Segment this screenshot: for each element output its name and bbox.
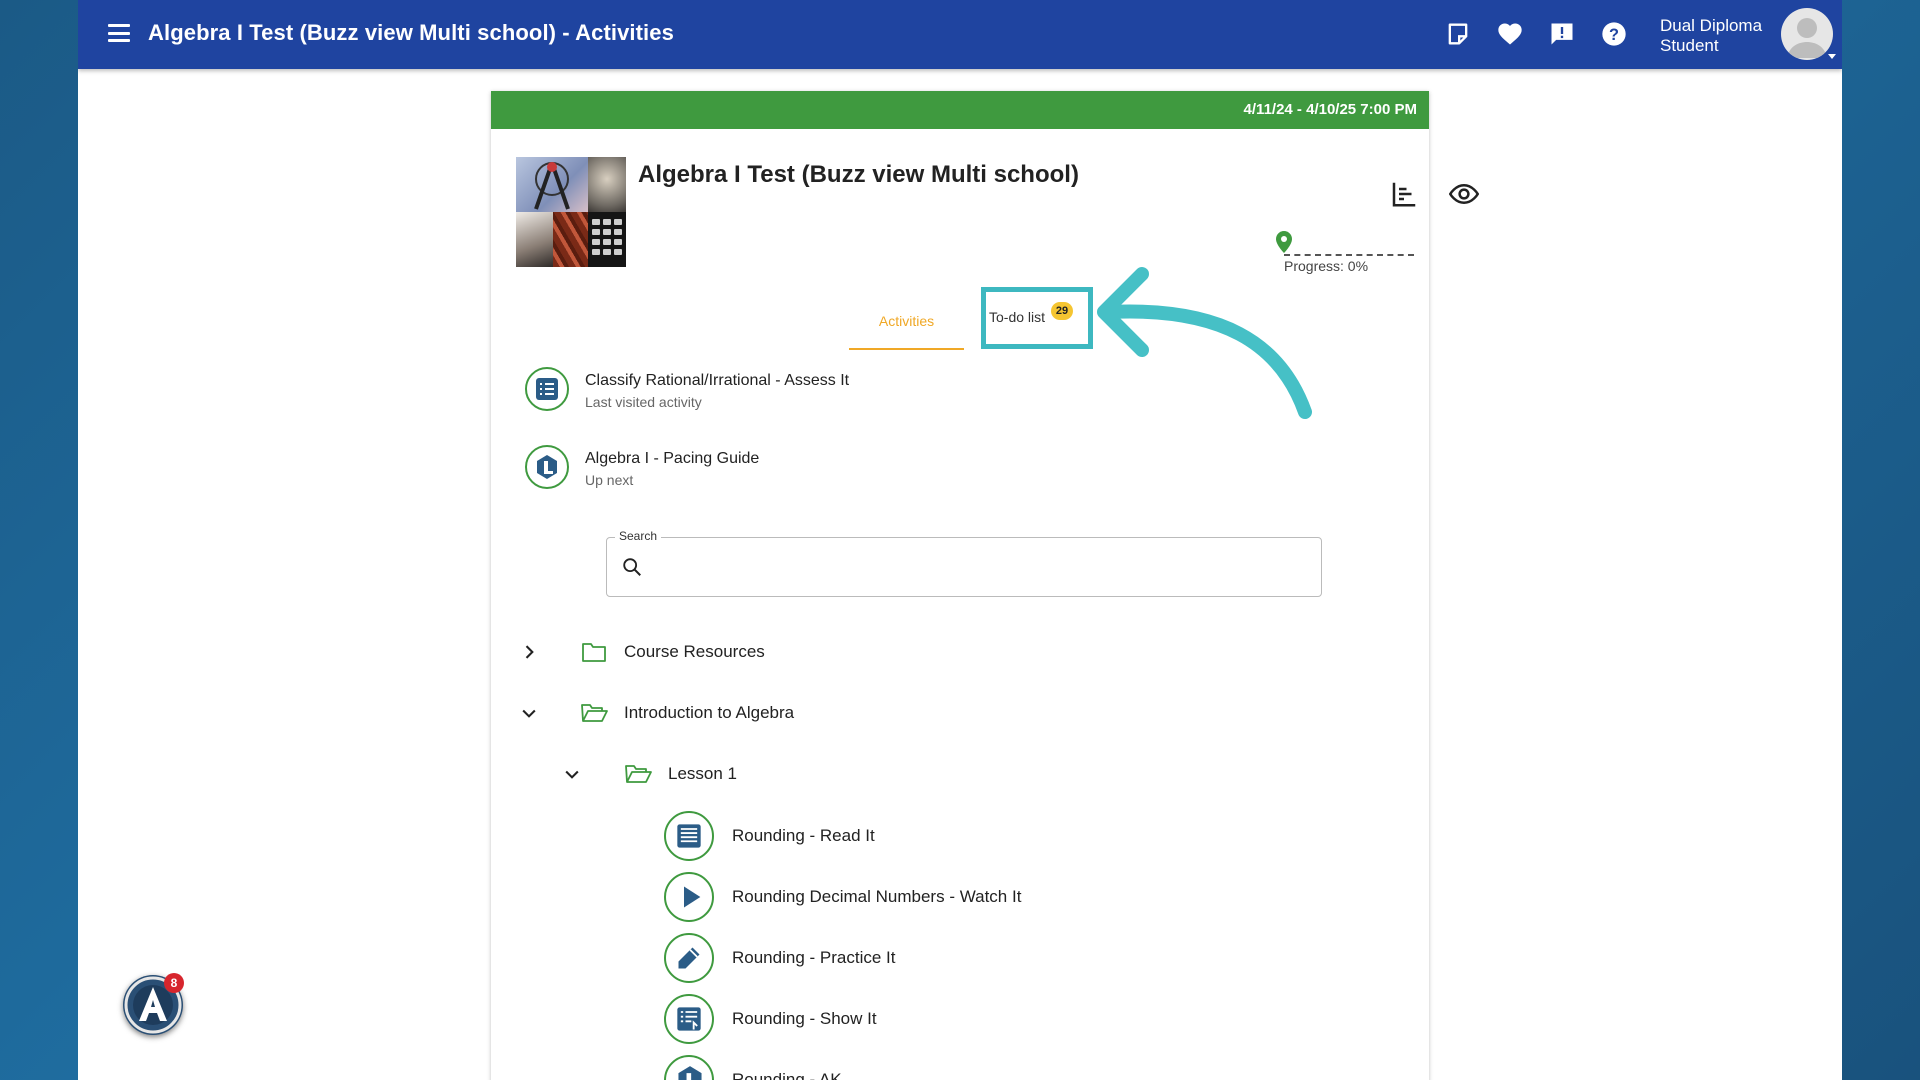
date-range-bar: 4/11/24 - 4/10/25 7:00 PM [491,91,1429,129]
quick-link-subtitle: Last visited activity [585,394,702,410]
user-avatar-icon [1787,18,1827,58]
activity-row[interactable]: Rounding - AK [664,1055,1264,1080]
folder-icon [582,643,606,662]
chevron-down-icon[interactable] [519,703,539,723]
help-icon[interactable]: ? [1600,20,1628,48]
avatar[interactable] [1781,8,1833,60]
guide-icon [664,1055,714,1080]
eye-icon[interactable] [1449,179,1479,209]
activity-label: Rounding - Practice It [732,948,896,967]
quick-link-title: Algebra I - Pacing Guide [585,450,760,467]
course-title: Algebra I Test (Buzz view Multi school) [638,161,1079,188]
activity-row[interactable]: Rounding - Practice It [664,933,1264,983]
notes-icon[interactable] [1444,20,1472,48]
search-input[interactable] [653,550,1307,586]
heart-icon[interactable] [1496,20,1524,48]
progress-marker-icon [1276,231,1292,253]
search-icon [623,558,641,576]
up-next-activity[interactable]: Algebra I - Pacing Guide Up next [525,445,1025,497]
chevron-right-icon[interactable] [519,642,539,662]
top-app-bar: Algebra I Test (Buzz view Multi school) … [78,0,1842,69]
search-label: Search [615,529,662,543]
document-icon [664,811,714,861]
folder-open-icon [581,704,608,722]
tree-folder-label: Introduction to Algebra [624,703,795,722]
tab-todo-list[interactable]: To-do list 29 [981,287,1093,349]
course-image [516,157,626,267]
activity-label: Rounding - Show It [732,1009,877,1028]
last-visited-activity[interactable]: Classify Rational/Irrational - Assess It… [525,367,1025,419]
guide-icon [525,445,569,489]
activity-label: Rounding - Read It [732,826,875,845]
account-dropdown-icon[interactable] [1828,54,1836,59]
assessment-icon [525,367,569,411]
activity-label: Rounding Decimal Numbers - Watch It [732,887,1022,906]
activity-row[interactable]: Rounding - Show It [664,994,1264,1044]
quick-link-title: Classify Rational/Irrational - Assess It [585,372,850,389]
search-field: Search [606,529,1322,597]
tab-activities[interactable]: Activities [849,306,964,350]
tree-folder-row[interactable]: Lesson 1 [554,754,954,794]
tab-todo-label: To-do list [989,309,1046,325]
tree-folder-row[interactable]: Course Resources [511,632,911,672]
tree-folder-label: Course Resources [624,642,765,661]
course-card: 4/11/24 - 4/10/25 7:00 PM Algebra I Test… [491,91,1479,1080]
checklist-icon [664,994,714,1044]
app-window: Algebra I Test (Buzz view Multi school) … [78,0,1842,1080]
page-title: Algebra I Test (Buzz view Multi school) … [148,20,674,45]
svg-text:?: ? [1609,26,1619,44]
pencil-icon [664,933,714,983]
activity-row[interactable]: Rounding Decimal Numbers - Watch It [664,872,1264,922]
quick-link-subtitle: Up next [585,472,634,488]
play-icon [664,872,714,922]
user-name: Dual Diploma Student [1660,16,1763,55]
todo-count-badge: 29 [1051,302,1073,320]
progress-track [1284,254,1414,256]
activity-row[interactable]: Rounding - Read It [664,811,1264,861]
menu-icon[interactable] [108,24,130,42]
chevron-down-icon[interactable] [562,764,582,784]
tree-folder-label: Lesson 1 [668,764,737,783]
feedback-icon[interactable] [1548,20,1576,48]
callout-arrow [1097,267,1312,419]
notification-badge: 8 [164,973,184,993]
folder-open-icon [625,765,652,783]
gradebook-icon[interactable] [1389,179,1419,209]
date-range: 4/11/24 - 4/10/25 7:00 PM [1243,101,1417,118]
tree-folder-row[interactable]: Introduction to Algebra [511,693,911,733]
activity-label: Rounding - AK [732,1070,842,1080]
